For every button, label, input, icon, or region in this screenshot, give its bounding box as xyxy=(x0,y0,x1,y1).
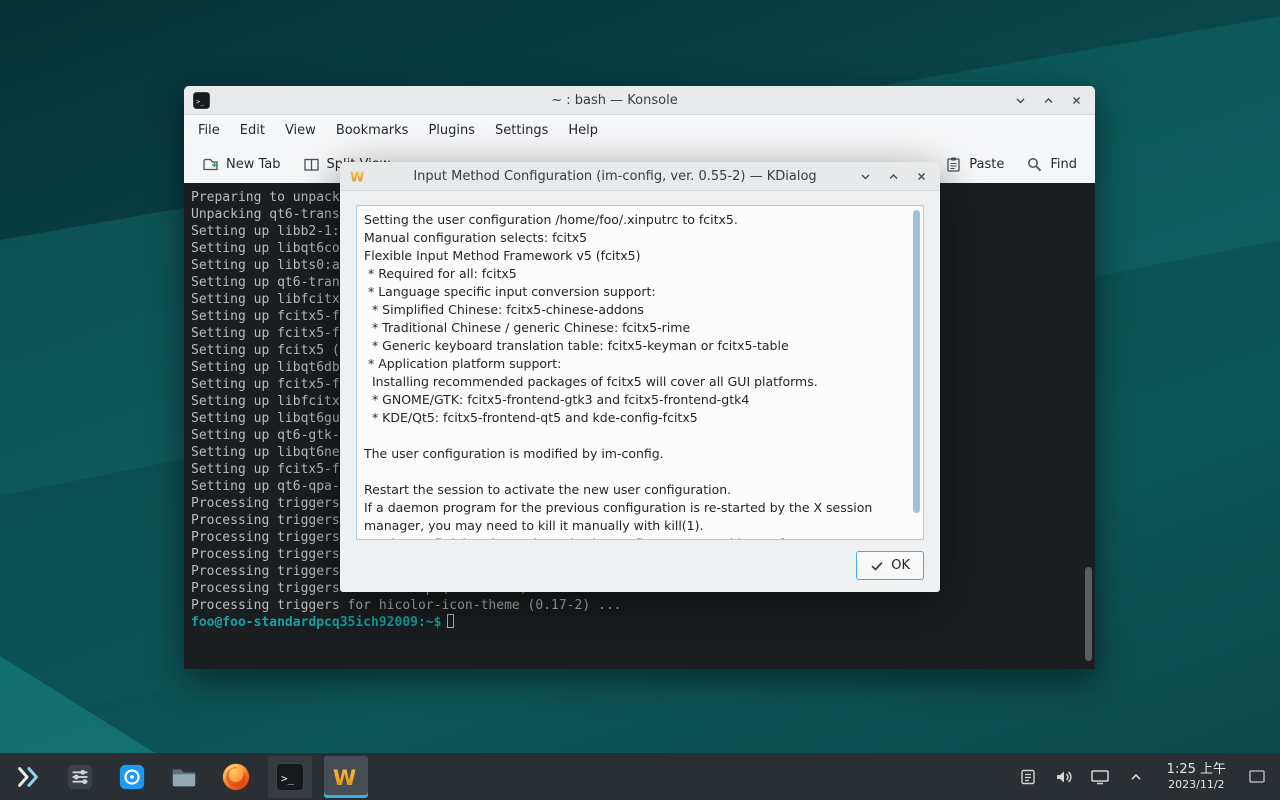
dialog-text-line: * GNOME/GTK: fcitx5-frontend-gtk3 and fc… xyxy=(364,391,903,409)
taskbar-launchers: >_ W xyxy=(8,756,368,798)
svg-text:W: W xyxy=(350,170,364,185)
task-im-config[interactable]: W xyxy=(324,756,368,798)
new-tab-button[interactable]: New Tab xyxy=(194,151,289,178)
dialog-titlebar[interactable]: W Input Method Configuration (im-config,… xyxy=(340,162,940,191)
dialog-body: Setting the user configuration /home/foo… xyxy=(340,192,940,592)
app-launcher-button[interactable] xyxy=(8,757,48,797)
dialog-text-line: The user configuration is modified by im… xyxy=(364,445,903,463)
konsole-titlebar[interactable]: >_ ~ : bash — Konsole xyxy=(184,86,1095,115)
discover-button[interactable] xyxy=(112,757,152,797)
ok-label: OK xyxy=(891,558,910,573)
show-desktop-button[interactable] xyxy=(1246,764,1268,790)
dialog-text-line: Installing recommended packages of fcitx… xyxy=(364,373,903,391)
dialog-text-area[interactable]: Setting the user configuration /home/foo… xyxy=(356,205,924,540)
firefox-button[interactable] xyxy=(216,757,256,797)
app-launcher-icon xyxy=(14,763,42,791)
minimize-button[interactable] xyxy=(856,167,875,186)
svg-text:>_: >_ xyxy=(196,98,205,106)
maximize-button[interactable] xyxy=(884,167,903,186)
tray-expander-icon[interactable] xyxy=(1125,764,1147,790)
close-button[interactable] xyxy=(912,167,931,186)
firefox-icon xyxy=(221,762,251,792)
menu-item[interactable]: File xyxy=(188,119,230,142)
kdialog-window: W Input Method Configuration (im-config,… xyxy=(340,162,940,592)
file-manager-button[interactable] xyxy=(164,757,204,797)
dialog-text-line: * Language specific input conversion sup… xyxy=(364,283,903,301)
clock[interactable]: 1:25 上午 2023/11/2 xyxy=(1161,762,1232,792)
sliders-icon xyxy=(66,763,94,791)
paste-icon xyxy=(945,156,962,173)
dialog-text-line: Flexible Input Method Framework v5 (fcit… xyxy=(364,247,903,265)
dialog-text-line: * KDE/Qt5: fcitx5-frontend-qt5 and kde-c… xyxy=(364,409,903,427)
ok-button[interactable]: OK xyxy=(856,551,924,580)
shell-prompt: foo@foo-standardpcq35ich92009:~$ xyxy=(191,615,441,630)
folder-icon xyxy=(170,763,198,791)
im-config-window-icon: W xyxy=(349,168,366,185)
split-view-icon xyxy=(303,156,320,173)
terminal-cursor xyxy=(447,614,454,628)
dialog-text-line: * Generic keyboard translation table: fc… xyxy=(364,337,903,355)
dialog-text-line: * Application platform support: xyxy=(364,355,903,373)
menu-item[interactable]: Help xyxy=(558,119,608,142)
system-settings-button[interactable] xyxy=(60,757,100,797)
check-icon xyxy=(870,559,884,573)
find-button[interactable]: Find xyxy=(1018,151,1085,178)
window-title: ~ : bash — Konsole xyxy=(224,93,1005,108)
dialog-text-line: * Simplified Chinese: fcitx5-chinese-add… xyxy=(364,301,903,319)
dialog-scrollbar-thumb[interactable] xyxy=(913,210,920,513)
system-tray: 1:25 上午 2023/11/2 xyxy=(1017,762,1272,792)
clock-date: 2023/11/2 xyxy=(1167,778,1226,792)
dialog-button-row: OK xyxy=(356,540,924,580)
menu-item[interactable]: View xyxy=(275,119,326,142)
menu-item[interactable]: Plugins xyxy=(418,119,485,142)
dialog-text-line: Setting the user configuration /home/foo… xyxy=(364,211,903,229)
taskbar: >_ W 1:25 上午 2 xyxy=(0,753,1280,800)
dialog-text-line: If a daemon program for the previous con… xyxy=(364,499,903,517)
dialog-text-line: Manual configuration selects: fcitx5 xyxy=(364,229,903,247)
maximize-button[interactable] xyxy=(1039,91,1058,110)
svg-text:W: W xyxy=(333,766,356,790)
dialog-text-line xyxy=(364,463,903,481)
konsole-window-icon: >_ xyxy=(193,92,210,109)
clipboard-tray-icon[interactable] xyxy=(1017,764,1039,790)
display-tray-icon[interactable] xyxy=(1089,764,1111,790)
terminal-scrollbar-thumb[interactable] xyxy=(1085,567,1092,661)
dialog-text-line: Restart the session to activate the new … xyxy=(364,481,903,499)
terminal-scrollbar[interactable] xyxy=(1084,185,1093,667)
konsole-icon: >_ xyxy=(275,762,305,792)
new-tab-icon xyxy=(202,156,219,173)
menu-item[interactable]: Bookmarks xyxy=(326,119,419,142)
find-label: Find xyxy=(1050,157,1077,172)
terminal-line: Processing triggers for hicolor-icon-the… xyxy=(191,597,1079,614)
discover-icon xyxy=(118,763,146,791)
menu-item[interactable]: Edit xyxy=(230,119,275,142)
search-icon xyxy=(1026,156,1043,173)
new-tab-label: New Tab xyxy=(226,157,281,172)
im-config-icon: W xyxy=(331,762,361,792)
clock-time: 1:25 上午 xyxy=(1167,762,1226,778)
menu-item[interactable]: Settings xyxy=(485,119,558,142)
dialog-text-line: See im-config(8) and /usr/share/doc/im-c… xyxy=(364,535,903,540)
dialog-text-line: manager, you may need to kill it manuall… xyxy=(364,517,903,535)
volume-tray-icon[interactable] xyxy=(1053,764,1075,790)
konsole-menubar: FileEditViewBookmarksPluginsSettingsHelp xyxy=(184,115,1095,145)
terminal-prompt-line: foo@foo-standardpcq35ich92009:~$ xyxy=(191,614,1079,631)
minimize-button[interactable] xyxy=(1011,91,1030,110)
dialog-scrollbar[interactable] xyxy=(912,208,921,537)
dialog-title: Input Method Configuration (im-config, v… xyxy=(380,169,850,184)
dialog-text: Setting the user configuration /home/foo… xyxy=(364,211,903,540)
dialog-text-line: * Required for all: fcitx5 xyxy=(364,265,903,283)
paste-label: Paste xyxy=(969,157,1004,172)
dialog-text-line: * Traditional Chinese / generic Chinese:… xyxy=(364,319,903,337)
desktop: >_ ~ : bash — Konsole FileEditViewBookma… xyxy=(0,0,1280,800)
task-konsole[interactable]: >_ xyxy=(268,756,312,798)
close-button[interactable] xyxy=(1067,91,1086,110)
dialog-text-line xyxy=(364,427,903,445)
svg-text:>_: >_ xyxy=(281,772,295,785)
paste-button[interactable]: Paste xyxy=(937,151,1012,178)
